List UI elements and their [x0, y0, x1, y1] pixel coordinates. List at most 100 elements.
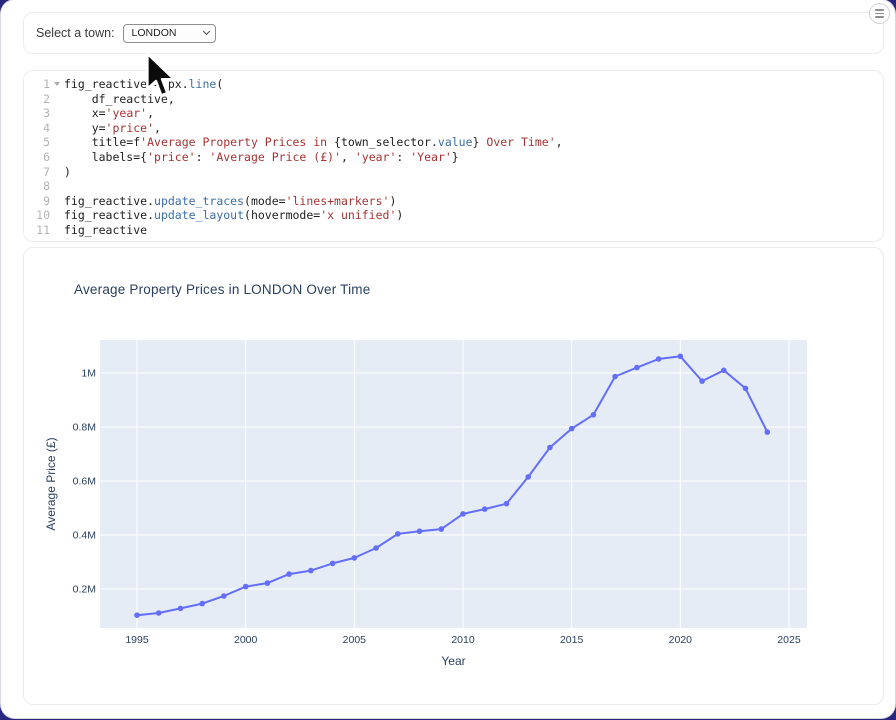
hamburger-icon — [875, 16, 884, 18]
code-token: 'x unified' — [320, 208, 396, 222]
line-number: 7 — [24, 165, 50, 180]
data-point[interactable] — [199, 601, 205, 607]
code-line[interactable]: 2 df_reactive, — [24, 92, 883, 107]
data-point[interactable] — [265, 580, 271, 586]
data-point[interactable] — [221, 593, 227, 599]
line-number: 8 — [24, 179, 50, 194]
code-text: fig_reactive = px.line( — [64, 77, 223, 92]
data-point[interactable] — [156, 610, 162, 616]
data-point[interactable] — [243, 584, 249, 590]
x-tick-label: 1995 — [125, 634, 149, 646]
data-point[interactable] — [460, 511, 466, 517]
fold-spacer — [50, 121, 64, 136]
town-selector-cell: Select a town: LONDON — [23, 12, 884, 54]
code-token: (mode= — [244, 194, 286, 208]
code-token: ) — [64, 165, 71, 179]
code-line[interactable]: 4 y='price', — [24, 121, 883, 136]
fold-spacer — [50, 150, 64, 165]
x-tick-label: 2020 — [669, 634, 693, 646]
x-axis-title: Year — [441, 654, 465, 668]
data-point[interactable] — [504, 501, 510, 507]
fold-spacer — [50, 135, 64, 150]
data-point[interactable] — [656, 356, 662, 362]
data-point[interactable] — [395, 531, 401, 537]
data-point[interactable] — [569, 426, 575, 432]
x-tick-label: 2000 — [234, 634, 258, 646]
x-tick-label: 2015 — [560, 634, 584, 646]
menu-button[interactable] — [869, 3, 890, 24]
data-point[interactable] — [308, 568, 314, 574]
data-point[interactable] — [352, 555, 358, 561]
code-line[interactable]: 11fig_reactive — [24, 223, 883, 238]
code-token: fig_reactive. — [64, 194, 154, 208]
data-point[interactable] — [482, 506, 488, 512]
line-number: 1 — [24, 77, 50, 92]
code-token: update_layout — [154, 208, 244, 222]
code-token: } — [452, 150, 459, 164]
fold-spacer — [50, 165, 64, 180]
code-line[interactable]: 5 title=f'Average Property Prices in {to… — [24, 135, 883, 150]
data-point[interactable] — [699, 378, 705, 384]
data-point[interactable] — [612, 374, 618, 380]
y-tick-label: 0.4M — [73, 530, 96, 542]
code-token: 'price' — [106, 121, 154, 135]
data-point[interactable] — [417, 528, 423, 534]
data-point[interactable] — [721, 368, 727, 374]
code-token: ) — [389, 194, 396, 208]
code-token: 'price' — [147, 150, 195, 164]
line-number: 5 — [24, 135, 50, 150]
code-cell[interactable]: 1 fig_reactive = px.line(2 df_reactive,3 … — [23, 70, 884, 242]
data-point[interactable] — [286, 571, 292, 577]
line-number: 10 — [24, 208, 50, 223]
code-token: fig_reactive — [64, 223, 147, 237]
data-point[interactable] — [134, 612, 140, 618]
fold-chevron-icon[interactable] — [50, 77, 64, 92]
town-selector-label: Select a town: — [36, 26, 115, 40]
price-line-chart: 19952000200520102015202020250.2M0.4M0.6M… — [24, 248, 883, 704]
code-line[interactable]: 1 fig_reactive = px.line( — [24, 77, 883, 92]
code-line[interactable]: 6 labels={'price': 'Average Price (£)', … — [24, 150, 883, 165]
code-text: x='year', — [64, 106, 154, 121]
code-token: (hovermode= — [244, 208, 320, 222]
y-tick-label: 1M — [81, 368, 96, 380]
code-token: {town_selector. — [334, 135, 438, 149]
y-tick-label: 0.6M — [73, 476, 96, 488]
code-token: 'Year' — [410, 150, 452, 164]
fold-spacer — [50, 92, 64, 107]
data-point[interactable] — [330, 561, 336, 567]
data-point[interactable] — [178, 606, 184, 612]
code-token: , — [154, 121, 161, 135]
code-token: 'lines+markers' — [286, 194, 390, 208]
y-tick-label: 0.2M — [73, 584, 96, 596]
data-point[interactable] — [525, 474, 531, 480]
data-point[interactable] — [591, 412, 597, 418]
code-token: 'year' — [106, 106, 148, 120]
data-point[interactable] — [765, 429, 771, 435]
code-token: value — [438, 135, 473, 149]
code-line[interactable]: 7) — [24, 165, 883, 180]
town-select[interactable]: LONDON — [123, 24, 216, 43]
code-line[interactable]: 8 — [24, 179, 883, 194]
code-text: df_reactive, — [64, 92, 175, 107]
code-line[interactable]: 3 x='year', — [24, 106, 883, 121]
code-token: , — [556, 135, 563, 149]
x-tick-label: 2010 — [451, 634, 475, 646]
code-text: title=f'Average Property Prices in {town… — [64, 135, 563, 150]
code-line[interactable]: 10 fig_reactive.update_layout(hovermode='… — [24, 208, 883, 223]
x-tick-label: 2005 — [343, 634, 367, 646]
code-editor[interactable]: 1 fig_reactive = px.line(2 df_reactive,3 … — [24, 77, 883, 238]
data-point[interactable] — [547, 445, 553, 451]
code-token: Over Time' — [479, 135, 555, 149]
data-point[interactable] — [678, 354, 684, 360]
data-point[interactable] — [634, 365, 640, 371]
code-token: 'Average Property Prices in — [140, 135, 334, 149]
data-point[interactable] — [743, 386, 749, 392]
code-line[interactable]: 9fig_reactive.update_traces(mode='lines+… — [24, 194, 883, 209]
code-token: ) — [396, 208, 403, 222]
code-token: ( — [216, 77, 223, 91]
data-point[interactable] — [439, 526, 445, 532]
code-text: fig_reactive.update_layout(hovermode='x … — [64, 208, 403, 223]
code-token: , — [147, 106, 154, 120]
data-point[interactable] — [373, 545, 379, 551]
code-token: , — [341, 150, 355, 164]
